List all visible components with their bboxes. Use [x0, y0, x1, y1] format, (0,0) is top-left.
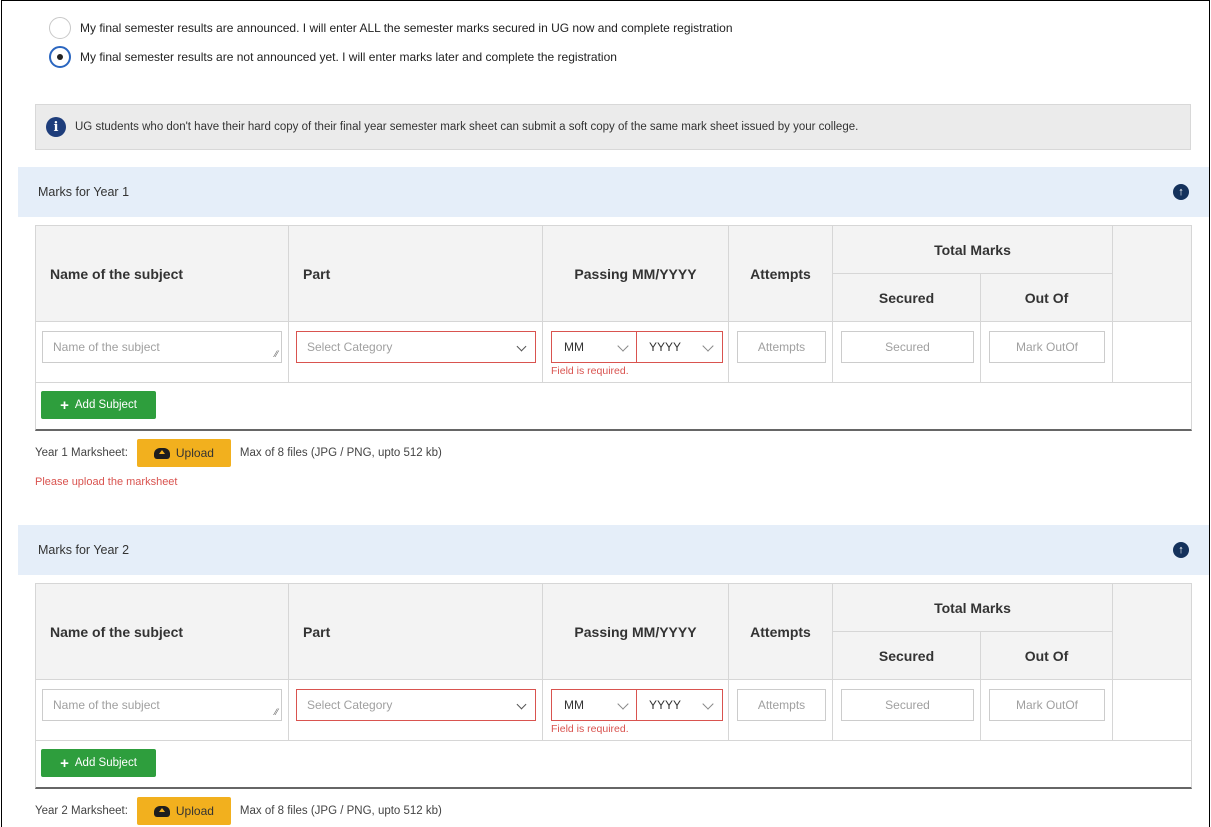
collapse-up-icon[interactable]: ↑	[1173, 184, 1189, 200]
subject-input-placeholder: Name of the subject	[53, 340, 160, 354]
cell-part: Select Category	[289, 322, 543, 383]
passing-error: Field is required.	[551, 365, 629, 377]
option-results-announced-label: My final semester results are announced.…	[80, 21, 733, 35]
resize-handle-icon[interactable]: ⁄⁄	[275, 350, 278, 359]
year-2-marks-table: Name of the subject Part Passing MM/YYYY…	[35, 583, 1192, 789]
subject-input[interactable]: Name of the subject ⁄⁄	[42, 331, 282, 363]
add-subject-label: Add Subject	[74, 757, 137, 769]
radio-results-announced[interactable]	[49, 17, 71, 39]
cell-passing: MM YYYY Field is required.	[543, 322, 729, 383]
chevron-down-icon	[702, 340, 714, 352]
part-select[interactable]: Select Category	[296, 689, 536, 721]
col-header-passing: Passing MM/YYYY	[543, 226, 729, 322]
cell-attempts: Attempts	[729, 680, 833, 741]
cloud-upload-icon	[153, 805, 170, 817]
add-subject-button[interactable]: + Add Subject	[41, 391, 156, 419]
year-select-value: YYYY	[649, 340, 682, 354]
attempts-input[interactable]: Attempts	[737, 689, 826, 721]
secured-input[interactable]: Secured	[841, 331, 974, 363]
part-select-placeholder: Select Category	[307, 340, 393, 354]
cell-subject: Name of the subject ⁄⁄	[36, 322, 289, 383]
collapse-up-icon[interactable]: ↑	[1173, 542, 1189, 558]
option-results-not-announced[interactable]: My final semester results are not announ…	[49, 46, 617, 68]
year-1-marksheet-label: Year 1 Marksheet:	[35, 447, 128, 459]
col-header-secured: Secured	[833, 274, 981, 322]
year-2-header: Marks for Year 2 ↑	[18, 525, 1209, 575]
col-header-out-of: Out Of	[981, 274, 1113, 322]
col-header-total-marks: Total Marks	[833, 584, 1113, 632]
secured-input[interactable]: Secured	[841, 689, 974, 721]
cell-secured: Secured	[833, 322, 981, 383]
year-2-upload-row: Year 2 Marksheet: Upload Max of 8 files …	[35, 797, 442, 825]
year-1-title: Marks for Year 1	[38, 185, 130, 199]
info-note-text: UG students who don't have their hard co…	[75, 121, 859, 133]
cell-passing: MM YYYY Field is required.	[543, 680, 729, 741]
col-header-subject: Name of the subject	[36, 584, 289, 680]
cell-out-of: Mark OutOf	[981, 680, 1113, 741]
col-header-attempts: Attempts	[729, 584, 833, 680]
year-1-upload-error: Please upload the marksheet	[35, 476, 178, 488]
chevron-down-icon	[702, 698, 714, 710]
col-header-out-of: Out Of	[981, 632, 1113, 680]
col-header-total-marks: Total Marks	[833, 226, 1113, 274]
col-header-actions	[1113, 226, 1191, 322]
cell-out-of: Mark OutOf	[981, 322, 1113, 383]
cell-actions	[1113, 680, 1191, 741]
year-select[interactable]: YYYY	[636, 331, 723, 363]
passing-error: Field is required.	[551, 723, 629, 735]
info-icon: i	[46, 117, 66, 137]
year-1-upload-button[interactable]: Upload	[136, 439, 231, 467]
cell-part: Select Category	[289, 680, 543, 741]
col-header-attempts: Attempts	[729, 226, 833, 322]
year-2-marksheet-label: Year 2 Marksheet:	[35, 805, 128, 817]
plus-icon: +	[60, 754, 69, 772]
month-select[interactable]: MM	[551, 689, 638, 721]
col-header-subject: Name of the subject	[36, 226, 289, 322]
chevron-down-icon	[617, 698, 629, 710]
cell-subject: Name of the subject ⁄⁄	[36, 680, 289, 741]
option-results-announced[interactable]: My final semester results are announced.…	[49, 17, 733, 39]
year-2-title: Marks for Year 2	[38, 543, 130, 557]
month-select-value: MM	[564, 340, 584, 354]
chevron-down-icon	[617, 340, 629, 352]
year-1-upload-row: Year 1 Marksheet: Upload Max of 8 files …	[35, 439, 442, 467]
upload-limit-text: Max of 8 files (JPG / PNG, upto 512 kb)	[239, 805, 442, 817]
radio-results-not-announced[interactable]	[49, 46, 71, 68]
cell-actions	[1113, 322, 1191, 383]
subject-input-placeholder: Name of the subject	[53, 698, 160, 712]
cell-secured: Secured	[833, 680, 981, 741]
out-of-input[interactable]: Mark OutOf	[989, 331, 1105, 363]
cell-attempts: Attempts	[729, 322, 833, 383]
month-select-value: MM	[564, 698, 584, 712]
upload-button-label: Upload	[175, 446, 214, 460]
info-note: i UG students who don't have their hard …	[35, 104, 1191, 150]
chevron-down-icon	[516, 341, 527, 352]
out-of-input[interactable]: Mark OutOf	[989, 689, 1105, 721]
upload-button-label: Upload	[175, 804, 214, 818]
col-header-passing: Passing MM/YYYY	[543, 584, 729, 680]
month-select[interactable]: MM	[551, 331, 638, 363]
year-1-marks-table: Name of the subject Part Passing MM/YYYY…	[35, 225, 1192, 431]
plus-icon: +	[60, 396, 69, 414]
year-1-header: Marks for Year 1 ↑	[18, 167, 1209, 217]
add-subject-button[interactable]: + Add Subject	[41, 749, 156, 777]
part-select-placeholder: Select Category	[307, 698, 393, 712]
attempts-input[interactable]: Attempts	[737, 331, 826, 363]
year-select-value: YYYY	[649, 698, 682, 712]
col-header-part: Part	[289, 584, 543, 680]
registration-form: My final semester results are announced.…	[1, 0, 1210, 827]
upload-limit-text: Max of 8 files (JPG / PNG, upto 512 kb)	[239, 447, 442, 459]
subject-input[interactable]: Name of the subject ⁄⁄	[42, 689, 282, 721]
part-select[interactable]: Select Category	[296, 331, 536, 363]
option-results-not-announced-label: My final semester results are not announ…	[80, 50, 617, 64]
col-header-secured: Secured	[833, 632, 981, 680]
col-header-part: Part	[289, 226, 543, 322]
col-header-actions	[1113, 584, 1191, 680]
year-2-upload-button[interactable]: Upload	[136, 797, 231, 825]
chevron-down-icon	[516, 699, 527, 710]
cloud-upload-icon	[153, 447, 170, 459]
add-subject-label: Add Subject	[74, 399, 137, 411]
year-select[interactable]: YYYY	[636, 689, 723, 721]
resize-handle-icon[interactable]: ⁄⁄	[275, 708, 278, 717]
